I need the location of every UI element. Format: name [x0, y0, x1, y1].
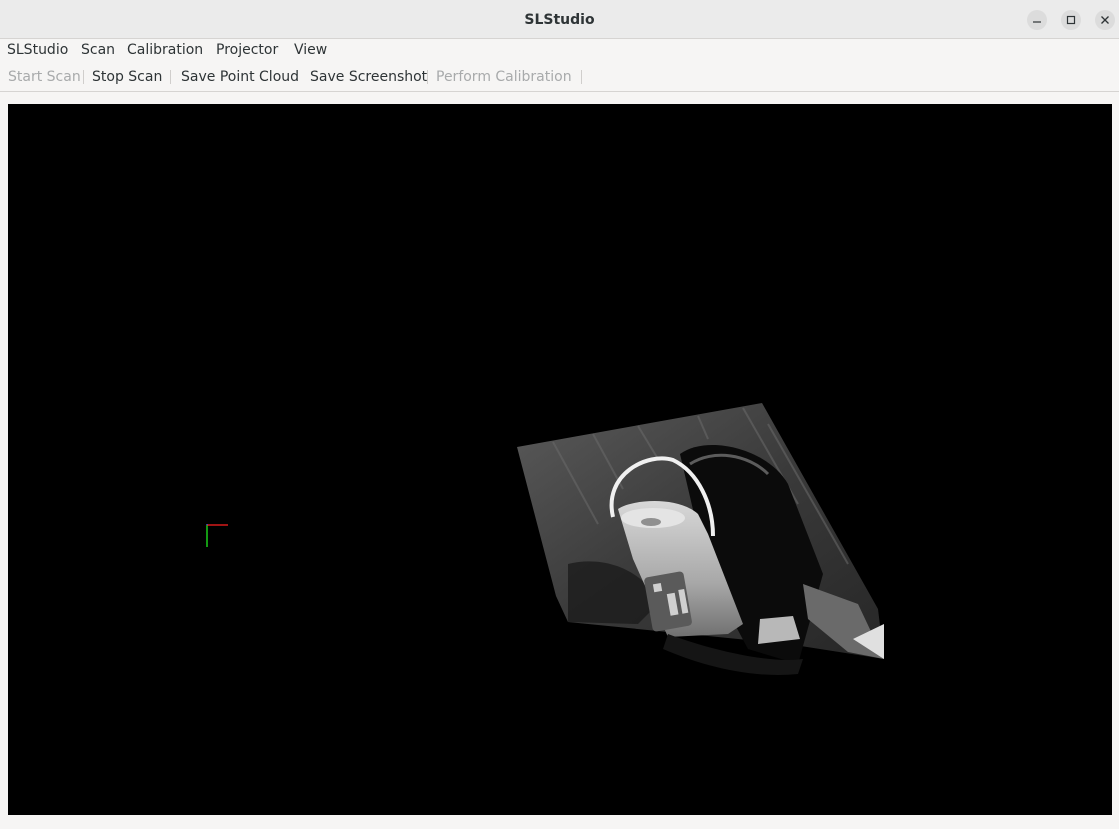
- stop-scan-button[interactable]: Stop Scan: [92, 62, 162, 92]
- close-button[interactable]: [1095, 10, 1115, 30]
- minimize-button[interactable]: [1027, 10, 1047, 30]
- close-icon: [1101, 16, 1109, 24]
- menu-projector[interactable]: Projector: [216, 39, 278, 62]
- toolbar-separator: [581, 70, 582, 84]
- start-scan-button[interactable]: Start Scan: [8, 62, 81, 92]
- axes-gizmo-icon: [206, 524, 228, 547]
- point-cloud: [517, 403, 884, 675]
- window-title: SLStudio: [524, 12, 595, 28]
- perform-calibration-button[interactable]: Perform Calibration: [436, 62, 572, 92]
- point-cloud-viewport[interactable]: [8, 104, 1112, 815]
- menu-view[interactable]: View: [294, 39, 327, 62]
- title-bar[interactable]: SLStudio: [0, 0, 1119, 39]
- maximize-button[interactable]: [1061, 10, 1081, 30]
- toolbar: Start Scan Stop Scan Save Point Cloud Sa…: [0, 62, 1119, 92]
- point-cloud-canvas: [206, 403, 884, 675]
- minimize-icon: [1033, 21, 1041, 23]
- menu-scan[interactable]: Scan: [81, 39, 115, 62]
- menu-calibration[interactable]: Calibration: [127, 39, 203, 62]
- maximize-icon: [1066, 15, 1076, 25]
- toolbar-separator: [427, 70, 428, 84]
- menu-bar: SLStudio Scan Calibration Projector View: [0, 39, 1119, 62]
- save-screenshot-button[interactable]: Save Screenshot: [310, 62, 427, 92]
- toolbar-separator: [83, 70, 84, 84]
- toolbar-separator: [170, 70, 171, 84]
- save-point-cloud-button[interactable]: Save Point Cloud: [181, 62, 299, 92]
- menu-slstudio[interactable]: SLStudio: [7, 39, 68, 62]
- app-window: SLStudio SLStudio Scan Calibration Proje…: [0, 0, 1119, 829]
